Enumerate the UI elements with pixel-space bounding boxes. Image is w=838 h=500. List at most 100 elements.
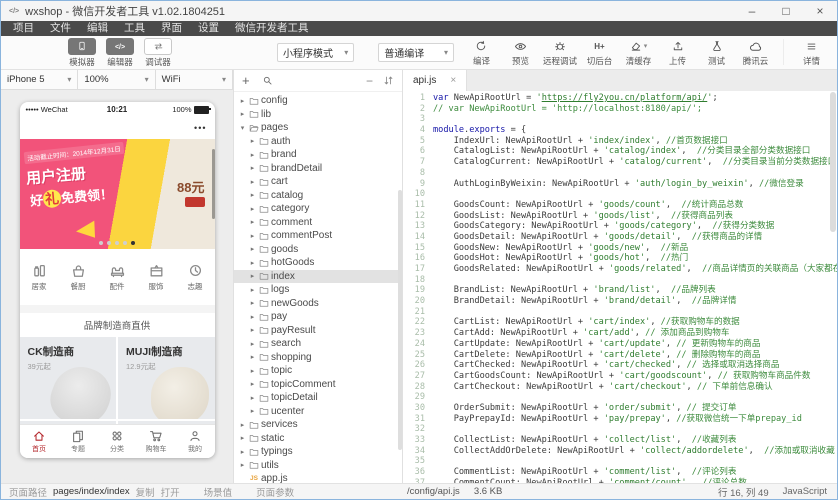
tree-item-index[interactable]: ▸index [234,270,402,284]
tree-item-commentPost[interactable]: ▸commentPost [234,229,402,243]
tree-item-hotGoods[interactable]: ▸hotGoods [234,256,402,270]
phone-tab-grid[interactable]: 分类 [98,425,137,458]
network-select[interactable]: WiFi▾ [156,70,233,89]
collapse-all-icon[interactable]: − [366,75,373,87]
action-remote-debug-button[interactable]: 远程调试 [540,39,580,67]
code-editor[interactable]: 1var NewApiRootUrl = 'https://fly2you.cn… [403,91,837,483]
device-select[interactable]: iPhone 5▾ [1,70,78,89]
panel-toggle-phone[interactable]: 模拟器 [63,38,101,68]
editor-panel: api.js × 1var NewApiRootUrl = 'https://f… [403,70,837,483]
tree-item-topicDetail[interactable]: ▸topicDetail [234,391,402,405]
menu-item[interactable]: 设置 [190,21,227,36]
person-icon [188,429,202,443]
code-line: 37 CommentCount: NewApiRootUrl + 'commen… [403,478,837,483]
tree-item-payResult[interactable]: ▸payResult [234,324,402,338]
category-jars[interactable]: 居家 [20,262,59,292]
tree-item-static[interactable]: ▸static [234,432,402,446]
menu-item[interactable]: 文件 [42,21,79,36]
phone-tab-person[interactable]: 我的 [176,425,215,458]
clock-label: 10:21 [20,105,215,114]
tree-item-brandDetail[interactable]: ▸brandDetail [234,162,402,176]
add-file-icon[interactable]: + [242,74,250,87]
tree-item-goods[interactable]: ▸goods [234,243,402,257]
category-box[interactable]: 服饰 [137,262,176,292]
tab-api-js[interactable]: api.js × [403,70,467,91]
action-compile-button[interactable]: 编译 [462,39,501,67]
panel-toggle-debugger[interactable]: 调试器 [139,38,177,68]
action-details-button[interactable]: 详情 [792,39,831,67]
phone-tab-home[interactable]: 首页 [20,425,59,458]
language-mode[interactable]: JavaScript [783,486,827,497]
line-number: 21 [403,307,433,318]
code-line: 6 CatalogList: NewApiRootUrl + 'catalog/… [403,146,837,157]
minimize-button[interactable]: – [735,1,769,21]
action-test-button[interactable]: 测试 [697,39,736,67]
action-preview-button[interactable]: 预览 [501,39,540,67]
category-pot[interactable]: 餐厨 [59,262,98,292]
close-icon[interactable]: × [450,75,456,86]
tree-item-comment[interactable]: ▸comment [234,216,402,230]
brand-tile[interactable]: CK制造商39元起 [20,337,117,419]
zoom-select[interactable]: 100%▾ [78,70,155,89]
tree-item-ucenter[interactable]: ▸ucenter [234,405,402,419]
tree-item-utils[interactable]: ▸utils [234,459,402,473]
mode-select[interactable]: 小程序模式▾ [277,43,354,62]
tree-item-newGoods[interactable]: ▸newGoods [234,297,402,311]
tree-item-pay[interactable]: ▸pay [234,310,402,324]
jars-icon [31,262,48,279]
code-line: 35 [403,456,837,467]
more-menu-icon[interactable]: ••• [194,123,206,133]
phone-tab-cart[interactable]: 购物车 [137,425,176,458]
menu-item[interactable]: 编辑 [79,21,116,36]
tree-item-app.js[interactable]: JSapp.js [234,472,402,483]
background-icon: H+ [594,41,604,52]
copy-button[interactable]: 复制 [136,485,155,499]
open-button[interactable]: 打开 [161,485,180,499]
menu-item[interactable]: 项目 [5,21,42,36]
menu-item[interactable]: 界面 [153,21,190,36]
tree-item-lib[interactable]: ▸lib [234,108,402,122]
tree-item-cart[interactable]: ▸cart [234,175,402,189]
locate-file-icon[interactable] [383,75,394,86]
banner-ribbon: 活动截止时间：2014年12月31日 [23,142,124,164]
menu-item[interactable]: 微信开发者工具 [227,21,317,36]
folder-icon [257,339,271,349]
category-clock[interactable]: 志趣 [176,262,215,292]
tree-item-services[interactable]: ▸services [234,418,402,432]
brand-tile[interactable]: MUJI制造商12.9元起 [118,337,215,419]
tree-scrollbar[interactable] [398,190,402,450]
panel-toggle-code[interactable]: </>编辑器 [101,38,139,68]
tree-item-auth[interactable]: ▸auth [234,135,402,149]
tree-item-config[interactable]: ▸config [234,94,402,108]
action-background-button[interactable]: H+切后台 [580,39,619,67]
scene-value-label[interactable]: 场景值 [204,485,233,499]
maximize-button[interactable]: □ [769,1,803,21]
tree-item-brand[interactable]: ▸brand [234,148,402,162]
editor-scrollbar[interactable] [830,92,836,232]
tree-item-topic[interactable]: ▸topic [234,364,402,378]
code-line: 4module.exports = { [403,125,837,136]
action-upload-button[interactable]: 上传 [658,39,697,67]
tree-item-shopping[interactable]: ▸shopping [234,351,402,365]
line-number: 13 [403,221,433,232]
menu-item[interactable]: 工具 [116,21,153,36]
action-cloud-button[interactable]: 腾讯云 [736,39,775,67]
promo-banner-carousel[interactable]: 活动截止时间：2014年12月31日 用户注册 好礼免费领！ 88元 [20,139,215,249]
close-button[interactable]: × [803,1,837,21]
banner-slide2-button[interactable] [185,197,205,207]
category-sofa[interactable]: 配件 [98,262,137,292]
tree-item-topicComment[interactable]: ▸topicComment [234,378,402,392]
line-number: 9 [403,179,433,190]
tree-item-pages[interactable]: ▾pages [234,121,402,135]
tree-item-catalog[interactable]: ▸catalog [234,189,402,203]
tree-item-category[interactable]: ▸category [234,202,402,216]
action-clear-cache-button[interactable]: ▾清缓存 [619,39,658,67]
tree-item-typings[interactable]: ▸typings [234,445,402,459]
compile-select[interactable]: 普通编译▾ [378,43,454,62]
search-icon[interactable] [262,75,273,86]
tree-item-search[interactable]: ▸search [234,337,402,351]
phone-tab-copy[interactable]: 专题 [59,425,98,458]
banner-arrow-decoration [76,216,100,237]
page-params-label[interactable]: 页面参数 [256,485,294,499]
tree-item-logs[interactable]: ▸logs [234,283,402,297]
